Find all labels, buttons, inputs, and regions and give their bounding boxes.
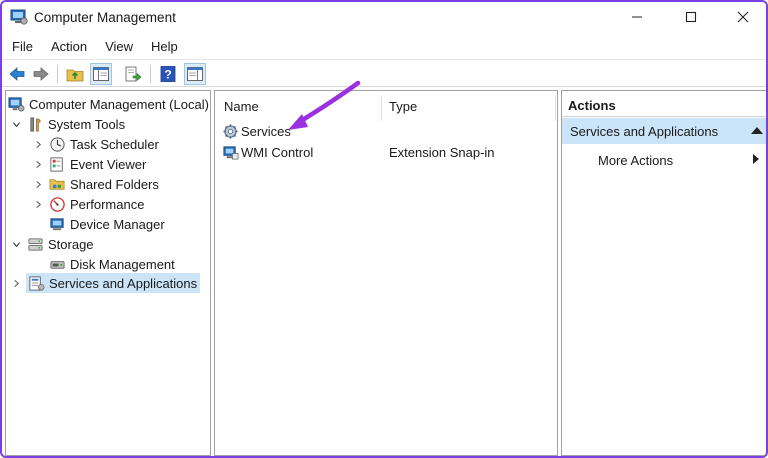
back-button[interactable] bbox=[6, 63, 28, 85]
column-header-type[interactable]: Type bbox=[389, 99, 417, 114]
list-item-name: WMI Control bbox=[241, 144, 314, 160]
tree-item-device-manager[interactable]: Device Manager bbox=[48, 214, 165, 234]
clock-icon bbox=[48, 135, 66, 153]
help-icon: ? bbox=[160, 66, 176, 82]
tree-item-label: Services and Applications bbox=[49, 275, 198, 291]
tree-item-disk-management[interactable]: Disk Management bbox=[48, 254, 175, 274]
disk-management-icon bbox=[48, 255, 66, 273]
tools-icon bbox=[26, 115, 44, 133]
window-title: Computer Management bbox=[34, 10, 176, 25]
tree-item-label: Performance bbox=[70, 196, 145, 212]
selected-item-highlight: Services and Applications bbox=[26, 273, 201, 293]
tree-item-label: Storage bbox=[48, 236, 94, 252]
tree-item-label: Task Scheduler bbox=[70, 136, 159, 152]
export-list-button[interactable] bbox=[122, 63, 144, 85]
action-label: More Actions bbox=[598, 153, 674, 168]
shared-folder-icon bbox=[48, 175, 66, 193]
column-divider[interactable] bbox=[381, 95, 382, 121]
chevron-right-icon[interactable] bbox=[32, 138, 44, 150]
up-one-level-button[interactable] bbox=[64, 63, 86, 85]
device-manager-icon bbox=[48, 215, 66, 233]
computer-management-icon bbox=[7, 95, 25, 113]
results-list-pane: Name Type Services WMI Control Extension… bbox=[214, 90, 558, 456]
list-item-services[interactable]: Services bbox=[221, 121, 291, 141]
tree-item-system-tools[interactable]: System Tools bbox=[10, 114, 125, 134]
actions-section-label: Services and Applications bbox=[570, 124, 719, 139]
help-button[interactable]: ? bbox=[157, 63, 179, 85]
list-item-type: Extension Snap-in bbox=[389, 144, 495, 160]
chevron-down-icon[interactable] bbox=[10, 238, 22, 250]
chevron-right-icon[interactable] bbox=[32, 178, 44, 190]
toolbar-separator bbox=[57, 65, 58, 83]
back-arrow-icon bbox=[9, 67, 25, 81]
tree-item-storage[interactable]: Storage bbox=[10, 234, 94, 254]
services-applications-icon bbox=[27, 274, 45, 292]
tree-item-services-and-applications[interactable]: Services and Applications bbox=[10, 273, 201, 293]
action-more-actions[interactable]: More Actions bbox=[562, 149, 766, 171]
forward-button[interactable] bbox=[30, 63, 52, 85]
performance-gauge-icon bbox=[48, 195, 66, 213]
show-hide-console-tree-icon bbox=[93, 67, 109, 81]
up-folder-icon bbox=[66, 69, 84, 82]
show-hide-action-pane-button[interactable] bbox=[184, 63, 206, 85]
tree-item-label: Event Viewer bbox=[70, 156, 147, 172]
collapse-up-icon[interactable] bbox=[751, 127, 763, 134]
minimize-icon bbox=[632, 16, 642, 18]
tree-item-computer-management[interactable]: Computer Management (Local) bbox=[7, 94, 209, 114]
chevron-right-icon[interactable] bbox=[10, 277, 22, 289]
maximize-button[interactable] bbox=[668, 2, 714, 32]
actions-section-services-and-applications[interactable]: Services and Applications bbox=[562, 118, 766, 144]
services-gear-icon bbox=[221, 122, 239, 140]
column-header-name[interactable]: Name bbox=[224, 99, 259, 114]
chevron-down-icon[interactable] bbox=[10, 118, 22, 130]
list-item-wmi-control[interactable]: WMI Control bbox=[221, 142, 313, 162]
tree-item-label: Shared Folders bbox=[70, 176, 159, 192]
tree-item-task-scheduler[interactable]: Task Scheduler bbox=[32, 134, 159, 154]
close-button[interactable] bbox=[720, 2, 766, 32]
menu-file[interactable]: File bbox=[2, 36, 41, 58]
computer-management-icon bbox=[10, 9, 28, 25]
chevron-right-icon[interactable] bbox=[32, 198, 44, 210]
show-hide-console-tree-button[interactable] bbox=[90, 63, 112, 85]
event-log-icon bbox=[48, 155, 66, 173]
storage-icon bbox=[26, 235, 44, 253]
tree-item-label: Disk Management bbox=[70, 256, 175, 272]
show-hide-action-pane-icon bbox=[187, 67, 203, 81]
close-icon bbox=[737, 11, 749, 23]
tree-item-label: Device Manager bbox=[70, 216, 165, 232]
wmi-control-icon bbox=[221, 143, 239, 161]
forward-arrow-icon bbox=[33, 67, 49, 81]
tree-item-performance[interactable]: Performance bbox=[32, 194, 144, 214]
app-window: Computer Management File Action View Hel… bbox=[0, 0, 768, 458]
minimize-button[interactable] bbox=[614, 2, 660, 32]
maximize-icon bbox=[685, 11, 697, 23]
tree-item-label: System Tools bbox=[48, 116, 126, 132]
menu-view[interactable]: View bbox=[95, 36, 141, 58]
tree-item-shared-folders[interactable]: Shared Folders bbox=[32, 174, 159, 194]
export-list-icon bbox=[125, 66, 142, 82]
menu-action[interactable]: Action bbox=[41, 36, 95, 58]
toolbar: ? bbox=[2, 59, 766, 87]
actions-header: Actions bbox=[562, 91, 766, 117]
annotation-arrow-icon bbox=[288, 80, 361, 130]
column-divider[interactable] bbox=[555, 95, 556, 121]
chevron-right-icon[interactable] bbox=[32, 158, 44, 170]
console-tree-pane: Computer Management (Local) System Tools… bbox=[5, 90, 211, 456]
menu-bar: File Action View Help bbox=[2, 36, 186, 58]
svg-text:?: ? bbox=[164, 68, 171, 82]
actions-pane: Actions Services and Applications More A… bbox=[561, 90, 766, 456]
title-bar: Computer Management bbox=[2, 2, 766, 34]
tree-item-label: Computer Management (Local) bbox=[29, 96, 209, 112]
tree-item-event-viewer[interactable]: Event Viewer bbox=[32, 154, 146, 174]
toolbar-separator bbox=[150, 65, 151, 83]
menu-help[interactable]: Help bbox=[141, 36, 186, 58]
submenu-arrow-icon bbox=[753, 154, 759, 164]
